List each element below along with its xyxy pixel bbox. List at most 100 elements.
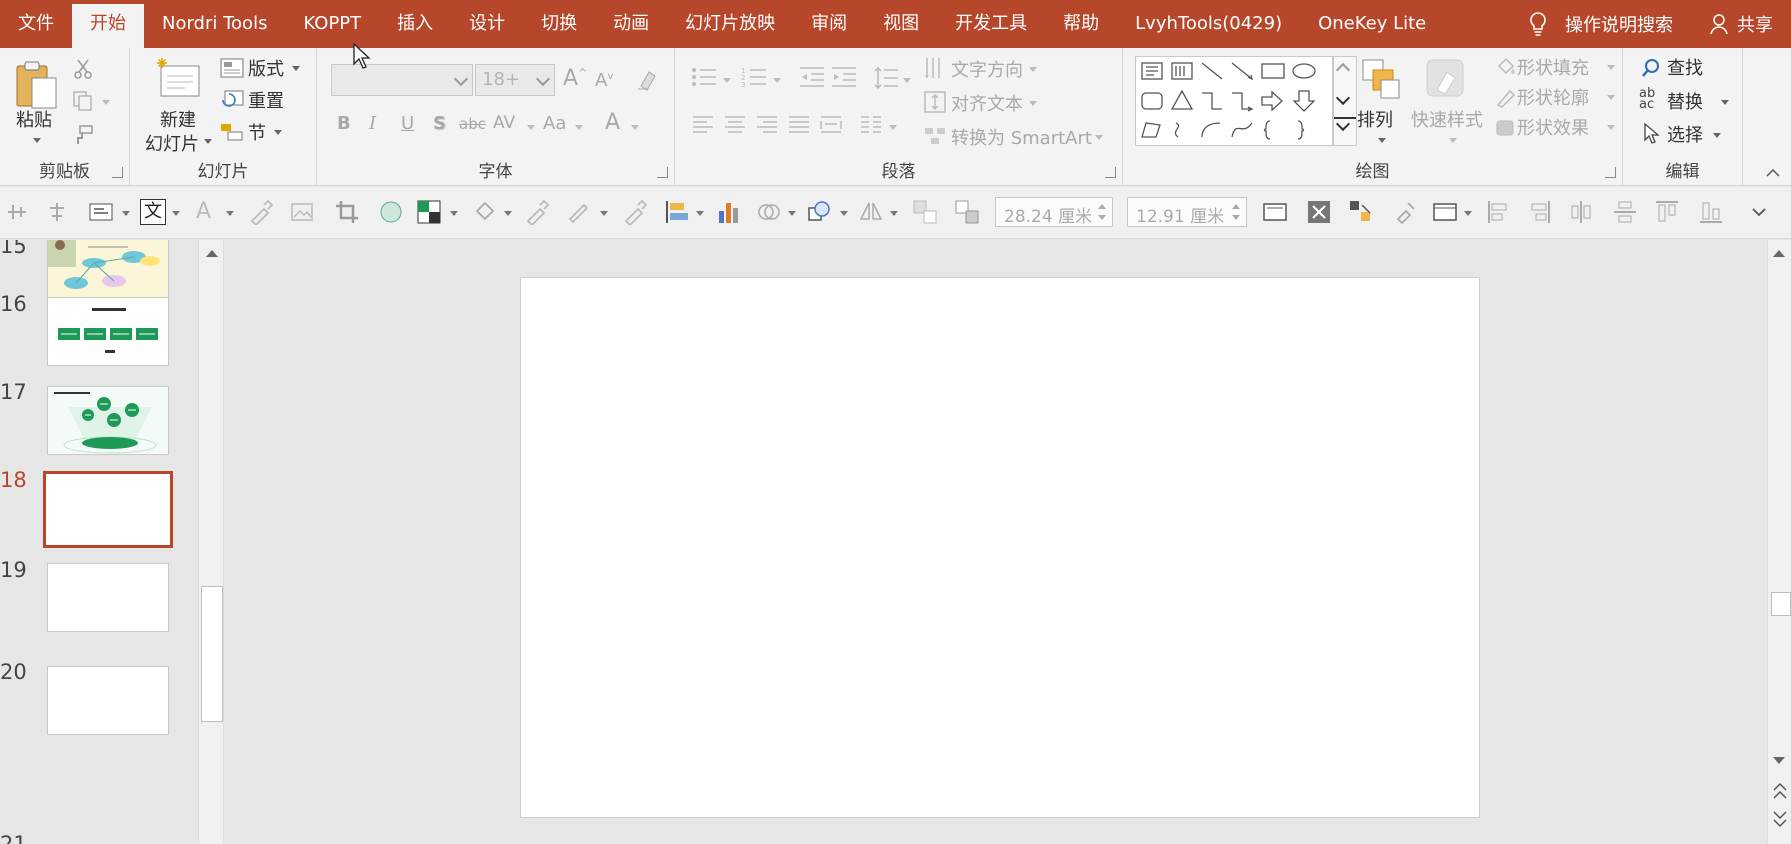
shrink-font-icon[interactable]: Av: [595, 70, 613, 91]
eyedropper-outline-icon[interactable]: [622, 199, 648, 225]
select-cursor-icon[interactable]: [1643, 122, 1661, 144]
slide-thumbnail-20[interactable]: [47, 666, 169, 735]
shadow-button[interactable]: S: [433, 113, 446, 134]
align-bottom-edge-icon[interactable]: [1698, 199, 1724, 225]
slide-size-icon[interactable]: [1262, 199, 1288, 225]
slide-thumbnail-19[interactable]: [47, 563, 169, 632]
quick-styles-label[interactable]: 快速样式: [1411, 106, 1483, 132]
convert-smartart-icon[interactable]: [923, 124, 947, 148]
bring-forward-icon[interactable]: [912, 199, 938, 225]
drawing-dialog-launcher[interactable]: [1605, 167, 1616, 178]
tab-animations[interactable]: 动画: [595, 0, 667, 48]
shape-height-spinner[interactable]: 12.91 厘米: [1127, 197, 1247, 227]
format-brush-icon[interactable]: [1392, 199, 1418, 225]
collapse-ribbon-icon[interactable]: [1765, 168, 1781, 178]
paragraph-dialog-launcher[interactable]: [1105, 167, 1116, 178]
change-case-button[interactable]: Aa: [543, 113, 566, 134]
decrease-indent-icon[interactable]: [799, 66, 825, 88]
bullets-icon[interactable]: [691, 66, 717, 88]
quick-styles-icon[interactable]: [1423, 56, 1469, 102]
text-direction-icon[interactable]: [923, 56, 947, 80]
replace-label[interactable]: 替换: [1667, 88, 1703, 114]
shape-width-spinner[interactable]: 28.24 厘米: [995, 197, 1113, 227]
toolbar-overflow-icon[interactable]: [1746, 199, 1772, 225]
slide-thumbnail-18-selected[interactable]: [43, 471, 173, 548]
slide-canvas[interactable]: [520, 277, 1480, 818]
shape-fill-label[interactable]: 形状填充: [1517, 54, 1589, 80]
align-text-icon[interactable]: [923, 90, 947, 114]
tab-home[interactable]: 开始: [72, 4, 144, 48]
editor-scrollbar[interactable]: [1767, 240, 1791, 844]
arrange-label[interactable]: 排列: [1357, 106, 1393, 132]
strikethrough-button[interactable]: abc: [459, 115, 486, 133]
tab-design[interactable]: 设计: [451, 0, 523, 48]
shapes-gallery[interactable]: [1135, 56, 1333, 146]
paste-icon[interactable]: [14, 58, 60, 110]
shape-effects-icon[interactable]: [1495, 118, 1517, 138]
distribute-right-icon[interactable]: [1526, 199, 1552, 225]
increase-indent-icon[interactable]: [831, 66, 857, 88]
previous-slide-icon[interactable]: [1772, 780, 1788, 804]
tab-file[interactable]: 文件: [0, 0, 72, 48]
align-top-edge-icon[interactable]: [1654, 199, 1680, 225]
align-text-label[interactable]: 对齐文本: [951, 90, 1023, 116]
clipboard-dialog-launcher[interactable]: [112, 167, 123, 178]
tab-review[interactable]: 审阅: [793, 0, 865, 48]
cut-icon[interactable]: [72, 58, 94, 80]
copy-icon[interactable]: [72, 90, 94, 112]
text-effects-icon[interactable]: A: [196, 199, 222, 225]
distributed-icon[interactable]: [819, 114, 843, 136]
paste-label[interactable]: 粘贴: [16, 106, 52, 132]
font-color-button[interactable]: A: [605, 110, 620, 135]
new-slide-label-2[interactable]: 幻灯片: [145, 130, 199, 156]
replace-icon[interactable]: ab ac: [1639, 87, 1655, 111]
reset-icon[interactable]: [220, 90, 244, 110]
tab-view[interactable]: 视图: [865, 0, 937, 48]
align-right-icon[interactable]: [755, 114, 779, 136]
font-dialog-launcher[interactable]: [657, 167, 668, 178]
vertical-textbox-icon[interactable]: 文: [140, 199, 166, 225]
shape-fill-icon[interactable]: [1495, 56, 1517, 76]
tab-koppt[interactable]: KOPPT: [285, 0, 379, 48]
distribute-left-icon[interactable]: [1486, 199, 1512, 225]
section-label[interactable]: 节: [248, 119, 266, 145]
editor-scroll-up-arrow[interactable]: [1773, 250, 1785, 257]
align-left-icon[interactable]: [691, 114, 715, 136]
char-spacing-button[interactable]: AV: [493, 113, 515, 133]
reset-label[interactable]: 重置: [248, 87, 284, 113]
crop-icon[interactable]: [334, 199, 360, 225]
tell-me-search[interactable]: 操作说明搜索: [1509, 11, 1691, 37]
fill-color-icon[interactable]: [416, 199, 442, 225]
format-painter-icon[interactable]: [72, 124, 94, 146]
italic-button[interactable]: I: [369, 113, 376, 134]
new-slide-icon[interactable]: [155, 56, 203, 100]
eyedropper-icon[interactable]: [248, 199, 274, 225]
shape-effects-label[interactable]: 形状效果: [1517, 114, 1589, 140]
select-label[interactable]: 选择: [1667, 121, 1703, 147]
eyedropper-fill-icon[interactable]: [524, 199, 550, 225]
grow-font-icon[interactable]: A^: [563, 66, 587, 91]
tab-insert[interactable]: 插入: [379, 0, 451, 48]
layout-label[interactable]: 版式: [248, 55, 284, 81]
picture-icon[interactable]: [290, 199, 316, 225]
merge-shapes-icon[interactable]: [756, 199, 782, 225]
text-direction-label[interactable]: 文字方向: [951, 56, 1023, 82]
send-backward-icon[interactable]: [954, 199, 980, 225]
share-button[interactable]: 共享: [1691, 11, 1791, 37]
align-top-icon[interactable]: [4, 199, 30, 225]
arrange-icon[interactable]: [1355, 56, 1405, 102]
thumbnail-scroll-thumb[interactable]: [201, 586, 223, 722]
textbox-icon[interactable]: [88, 199, 114, 225]
new-slide-label-1[interactable]: 新建: [160, 106, 196, 132]
chart-icon[interactable]: [716, 199, 742, 225]
tab-lvyhtools[interactable]: LvyhTools(0429): [1117, 0, 1300, 48]
find-label[interactable]: 查找: [1667, 54, 1703, 80]
align-middle-icon[interactable]: [44, 199, 70, 225]
flip-icon[interactable]: [858, 199, 884, 225]
tab-developer[interactable]: 开发工具: [937, 0, 1045, 48]
justify-icon[interactable]: [787, 114, 811, 136]
line-spacing-icon[interactable]: [873, 66, 899, 90]
section-icon[interactable]: [220, 122, 244, 142]
shape-outline-icon[interactable]: [1495, 88, 1517, 108]
layout-icon[interactable]: [220, 58, 244, 78]
